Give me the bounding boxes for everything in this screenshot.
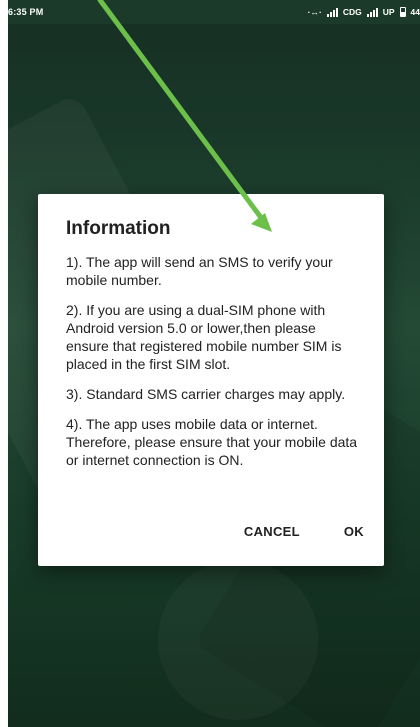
status-bar: 6:35 PM ·↔· CDG UP 44 bbox=[8, 0, 420, 24]
signal-icon bbox=[326, 7, 338, 17]
carrier-label: CDG bbox=[342, 7, 362, 17]
ok-button[interactable]: OK bbox=[336, 520, 372, 543]
dialog-title: Information bbox=[66, 218, 171, 239]
app-screen: 6:35 PM ·↔· CDG UP 44 Information 1). Th… bbox=[8, 0, 420, 727]
dialog-paragraph-2: 2). If you are using a dual-SIM phone wi… bbox=[66, 302, 342, 372]
network-type-label: UP bbox=[382, 7, 395, 17]
data-transfer-icon: ·↔· bbox=[307, 7, 322, 17]
dialog-paragraph-1: 1). The app will send an SMS to verify y… bbox=[66, 254, 333, 288]
battery-icon bbox=[399, 7, 406, 17]
dialog-paragraph-3: 3). Standard SMS carrier charges may app… bbox=[66, 386, 346, 402]
dialog-message: 1). The app will send an SMS to verify y… bbox=[66, 253, 360, 469]
status-indicators: ·↔· CDG UP 44 bbox=[308, 7, 420, 17]
signal-icon-2 bbox=[366, 7, 378, 17]
dialog-paragraph-4: 4). The app uses mobile data or internet… bbox=[66, 416, 358, 468]
status-time: 6:35 PM bbox=[8, 7, 44, 17]
dialog-actions: CANCEL OK bbox=[236, 520, 372, 543]
cancel-button[interactable]: CANCEL bbox=[236, 520, 308, 543]
information-dialog: Information 1). The app will send an SMS… bbox=[38, 194, 384, 566]
battery-percent: 44 bbox=[410, 7, 420, 17]
